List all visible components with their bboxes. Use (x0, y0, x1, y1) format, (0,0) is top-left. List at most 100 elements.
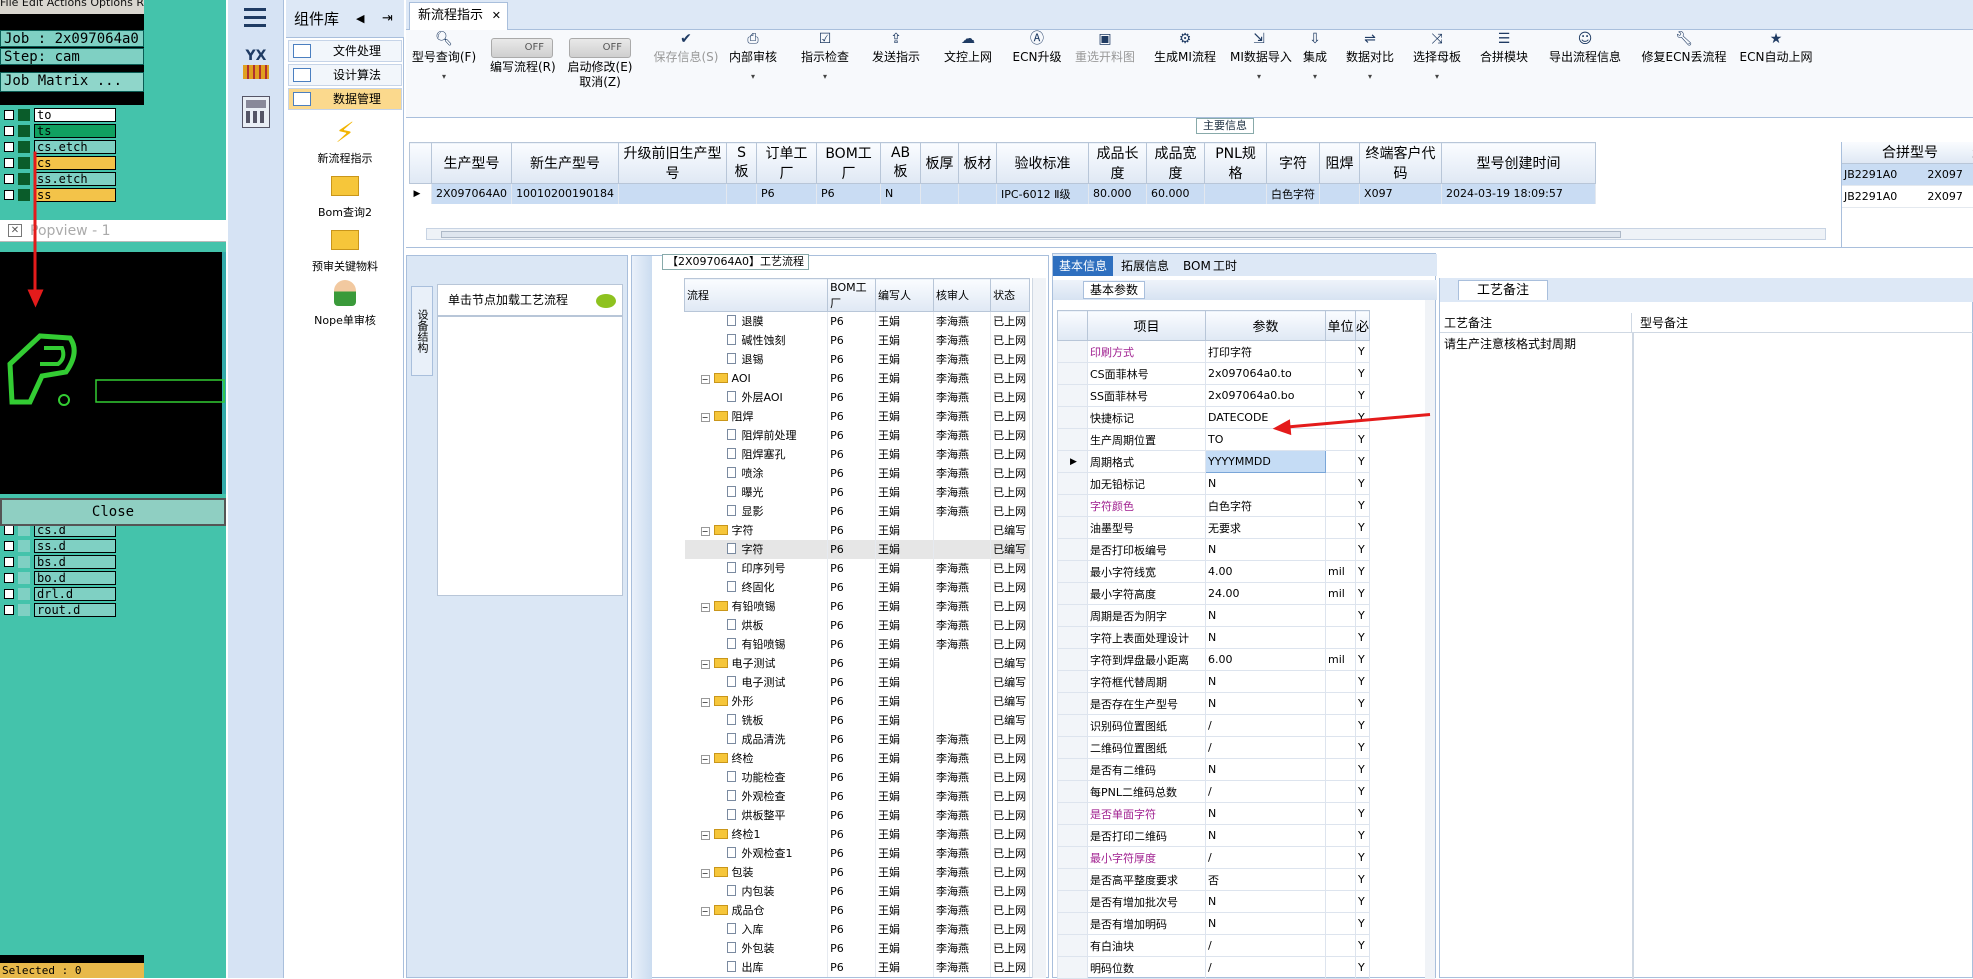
table-cell[interactable] (726, 183, 758, 204)
load-process-button[interactable]: 单击节点加载工艺流程 (437, 284, 623, 316)
tree-node[interactable]: − 有铅喷锡 (684, 596, 829, 616)
param-value[interactable]: N (1205, 692, 1326, 715)
param-row[interactable]: 每PNL二维码总数 / Y (1057, 780, 1371, 803)
param-row[interactable]: 是否单面字符 N Y (1057, 802, 1371, 825)
tree-node[interactable]: 喷涂 (684, 463, 829, 483)
chevron-down-icon[interactable]: ▾ (1230, 69, 1288, 84)
collapse-icon[interactable]: − (700, 374, 710, 384)
toolbar-button[interactable]: OFF 启动修改(E) 取消(Z) (562, 32, 638, 112)
param-value[interactable]: 否 (1205, 868, 1326, 891)
device-structure-tab[interactable]: 设备结构 (411, 286, 433, 376)
layer-row[interactable]: rout.d (4, 603, 116, 617)
toolbar-button[interactable]: 🔍︎ 型号查询(F) ▾ (410, 32, 478, 112)
param-row[interactable]: 明码位数 / Y (1057, 956, 1371, 979)
tree-node[interactable]: 外层AOI (684, 387, 829, 407)
layer-checkbox[interactable] (4, 605, 14, 615)
tree-row[interactable]: 喷涂 P6 王娟 李海燕 已上网 (684, 463, 1030, 483)
column-header[interactable]: 参数 (1205, 310, 1326, 341)
param-row[interactable]: 最小字符厚度 / Y (1057, 846, 1371, 869)
tree-row[interactable]: 功能检查 P6 王娟 李海燕 已上网 (684, 767, 1030, 787)
param-row[interactable]: CS面菲林号 2x097064a0.to Y (1057, 362, 1371, 385)
tool-prereview[interactable]: 预审关键物料 (286, 230, 404, 274)
column-header[interactable]: 终端客户代码 (1359, 142, 1443, 184)
close-button[interactable]: Close (0, 498, 226, 526)
toolbar-button[interactable]: OFF 编写流程(R) (490, 32, 556, 112)
layer-checkbox[interactable] (4, 573, 14, 583)
tree-row[interactable]: − 字符 P6 王娟 已编写 (684, 520, 1030, 540)
yx-logo-icon[interactable]: YX (240, 48, 272, 84)
param-value[interactable]: N (1205, 802, 1326, 825)
tree-node[interactable]: 显影 (684, 501, 829, 521)
column-header[interactable]: 成品宽度 (1146, 142, 1206, 184)
tree-row[interactable]: 曝光 P6 王娟 李海燕 已上网 (684, 482, 1030, 502)
tab-basic-info[interactable]: 基本信息 (1053, 256, 1114, 276)
vertical-scrollbar[interactable] (1032, 278, 1046, 978)
tree-row[interactable]: 显影 P6 王娟 李海燕 已上网 (684, 501, 1030, 521)
tree-row[interactable]: 电子测试 P6 王娟 已编写 (684, 672, 1030, 692)
param-row[interactable]: 生产周期位置 TO Y (1057, 428, 1371, 451)
tab-new-flow[interactable]: 新流程指示 ✕ (409, 2, 509, 30)
column-header[interactable]: BOM工厂 (816, 142, 882, 184)
toolbar-button[interactable]: ⇲ MI数据导入 ▾ (1230, 32, 1292, 112)
param-row[interactable]: ▶ 周期格式 YYYYMMDD Y (1057, 450, 1371, 473)
layer-checkbox[interactable] (4, 142, 14, 152)
collapse-icon[interactable]: ◀ (356, 0, 364, 38)
tree-row[interactable]: 退膜 P6 王娟 李海燕 已上网 (684, 311, 1030, 331)
tree-node[interactable]: 出库 (684, 957, 829, 977)
tree-node[interactable]: 印序列号 (684, 558, 829, 578)
column-header[interactable]: S板 (726, 142, 758, 184)
toolbar-button[interactable]: ☁ 文控上网 (938, 32, 998, 112)
param-row[interactable]: 是否存在生产型号 N Y (1057, 692, 1371, 715)
param-row[interactable]: 是否有二维码 N Y (1057, 758, 1371, 781)
layer-checkbox[interactable] (4, 158, 14, 168)
tree-row[interactable]: 成品清洗 P6 王娟 李海燕 已上网 (684, 729, 1030, 749)
tree-node[interactable]: − 成品仓 (684, 900, 829, 920)
column-header[interactable]: 状态 (990, 278, 1030, 312)
column-header[interactable]: AB板 (880, 142, 922, 184)
table-row[interactable]: ▶ 2X097064A0 10010200190184 P6 P6 N IPC-6012 Ⅱ… (409, 183, 1597, 204)
toolbar-button[interactable]: ✔ 保存信息(S) (651, 32, 721, 112)
param-value[interactable]: N (1205, 758, 1326, 781)
layer-row[interactable]: cs.etch (4, 140, 116, 154)
column-header[interactable]: 阻焊 (1319, 142, 1361, 184)
table-cell[interactable] (920, 183, 960, 204)
column-header[interactable]: 新生产型号 (511, 142, 620, 184)
param-value[interactable]: 24.00 (1205, 582, 1326, 605)
column-header[interactable]: 订单工厂 (756, 142, 818, 184)
vertical-scrollbar[interactable] (1425, 300, 1435, 979)
collapse-icon[interactable]: − (700, 603, 710, 612)
tree-row[interactable]: − 阻焊 P6 王娟 李海燕 已上网 (684, 406, 1030, 426)
param-value[interactable]: TO (1205, 428, 1326, 451)
tree-node[interactable]: 入库 (684, 919, 829, 939)
tool-nope-review[interactable]: Nope单审核 (286, 280, 404, 328)
tab-extended-info[interactable]: 拓展信息 (1115, 256, 1175, 276)
tree-row[interactable]: 外层AOI P6 王娟 李海燕 已上网 (684, 387, 1030, 407)
tree-row[interactable]: 外观检查1 P6 王娟 李海燕 已上网 (684, 843, 1030, 863)
tree-row[interactable]: 退锡 P6 王娟 李海燕 已上网 (684, 349, 1030, 369)
close-icon[interactable]: ✕ (492, 3, 501, 29)
process-note-text[interactable]: 请生产注意核格式封周期 (1444, 335, 1576, 352)
param-row[interactable]: SS面菲林号 2x097064a0.bo Y (1057, 384, 1371, 407)
tree-node[interactable]: 功能检查 (684, 767, 829, 787)
layer-checkbox[interactable] (4, 190, 14, 200)
tree-node[interactable]: 外观检查1 (684, 843, 829, 863)
tree-node[interactable]: 外包装 (684, 938, 829, 958)
tree-row[interactable]: − 外形 P6 王娟 已编写 (684, 691, 1030, 711)
chevron-down-icon[interactable]: ▾ (1406, 69, 1468, 84)
column-header[interactable]: 型号创建时间 (1441, 142, 1597, 184)
tree-row[interactable]: 烘板整平 P6 王娟 李海燕 已上网 (684, 805, 1030, 825)
table-cell[interactable]: 2024-03-19 18:09:57 (1441, 183, 1597, 204)
layer-checkbox[interactable] (4, 557, 14, 567)
column-header[interactable]: PNL规格 (1204, 142, 1268, 184)
tree-node[interactable]: 有铅喷锡 (684, 634, 829, 654)
param-value[interactable]: N (1205, 912, 1326, 935)
chevron-down-icon[interactable]: ▾ (410, 69, 478, 84)
menu-icon[interactable] (244, 8, 266, 28)
notes-divider[interactable] (1632, 333, 1634, 979)
param-value[interactable]: N (1205, 670, 1326, 693)
tree-row[interactable]: 外观检查 P6 王娟 李海燕 已上网 (684, 786, 1030, 806)
tab-process-notes[interactable]: 工艺备注 (1458, 280, 1549, 300)
scrollbar-thumb[interactable] (441, 231, 1621, 238)
tree-node[interactable]: − 包装 (684, 862, 829, 882)
tree-row[interactable]: 有铅喷锡 P6 王娟 李海燕 已上网 (684, 634, 1030, 654)
